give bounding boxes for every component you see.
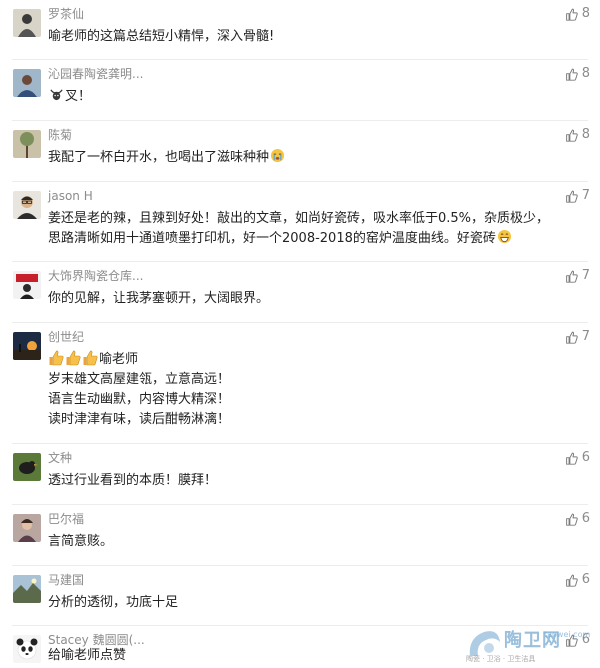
comment-item: 陈菊 8 我配了一杯白开水，也喝出了滋味种种 <box>0 121 600 182</box>
like-count: 8 <box>581 66 590 81</box>
like-button[interactable]: 8 <box>565 5 590 23</box>
comment-author[interactable]: 创世纪 <box>48 329 84 345</box>
like-button[interactable]: 8 <box>565 126 590 144</box>
comment-author[interactable]: 陈菊 <box>48 127 72 143</box>
thumbs-up-icon <box>565 452 578 465</box>
comment-line: 你的见解，让我茅塞顿开，大阔眼界。 <box>48 291 270 306</box>
comment-text: 言简意赅。 <box>48 532 588 552</box>
avatar[interactable] <box>13 69 41 97</box>
watermark: 陶卫网 taowei.com 陶瓷 · 卫浴 · 卫生洁具 <box>464 626 594 664</box>
comment-line: 喻老师的这篇总结短小精悍，深入骨髓! <box>48 29 275 44</box>
comment-line: 喻老师 <box>48 350 588 370</box>
like-button[interactable]: 6 <box>565 510 590 528</box>
bull-emoji-icon <box>50 89 63 101</box>
like-button[interactable]: 8 <box>565 65 590 83</box>
comment-text: 姜还是老的辣，且辣到好处！敲出的文章，如尚好瓷砖，吸水率低于0.5%，杂质极少，… <box>48 209 588 249</box>
like-count: 8 <box>581 6 590 21</box>
comment-item: jason H 7 姜还是老的辣，且辣到好处！敲出的文章，如尚好瓷砖，吸水率低于… <box>0 182 600 262</box>
watermark-tagline: 陶瓷 · 卫浴 · 卫生洁具 <box>466 655 536 663</box>
comment-line: 思路清晰如用十通道喷墨打印机，好一个2008-2018的窑炉温度曲线。好瓷砖 <box>48 229 588 249</box>
like-count: 6 <box>581 572 590 587</box>
thumbs-up-emoji-icon <box>83 350 98 366</box>
comment-text: 透过行业看到的本质！膜拜！ <box>48 471 588 491</box>
comment-line-text: 叉！ <box>65 89 92 104</box>
comment-text: 叉！ <box>48 87 588 107</box>
comment-text: 你的见解，让我茅塞顿开，大阔眼界。 <box>48 289 588 309</box>
comment-author[interactable]: 马建国 <box>48 572 84 588</box>
comment-author[interactable]: 巴尔福 <box>48 511 84 527</box>
comment-author[interactable]: 罗茶仙 <box>48 6 84 22</box>
thumbs-up-icon <box>565 574 578 587</box>
comment-text: 分析的透彻，功底十足 <box>48 593 588 613</box>
like-button[interactable]: 7 <box>565 267 590 285</box>
comment-line: 叉！ <box>48 87 588 107</box>
comment-author[interactable]: 文种 <box>48 450 72 466</box>
thumbs-up-emoji-icon <box>66 350 81 366</box>
comment-line: 语言生动幽默，内容博大精深！ <box>48 392 231 407</box>
avatar[interactable] <box>13 514 41 542</box>
thumbs-up-icon <box>565 68 578 81</box>
grinning-face-emoji-icon <box>497 229 511 244</box>
avatar[interactable] <box>13 575 41 603</box>
comment-list: 罗茶仙 8 喻老师的这篇总结短小精悍，深入骨髓! 沁园春陶瓷龚明... 8 叉！… <box>0 0 600 668</box>
comment-line: 言简意赅。 <box>48 534 114 549</box>
like-button[interactable]: 6 <box>565 449 590 467</box>
avatar[interactable] <box>13 9 41 37</box>
comment-author[interactable]: 沁园春陶瓷龚明... <box>48 66 143 82</box>
comment-item: 罗茶仙 8 喻老师的这篇总结短小精悍，深入骨髓! <box>0 0 600 60</box>
like-button[interactable]: 7 <box>565 187 590 205</box>
comment-author[interactable]: jason H <box>48 188 93 204</box>
watermark-domain: taowei.com <box>544 630 591 639</box>
comment-author[interactable]: 大饰界陶瓷仓库... <box>48 268 143 284</box>
comment-text: 我配了一杯白开水，也喝出了滋味种种 <box>48 148 588 168</box>
comment-item: 马建国 6 分析的透彻，功底十足 <box>0 566 600 626</box>
comment-line-text: 我配了一杯白开水，也喝出了滋味种种 <box>48 150 270 165</box>
comment-item: 大饰界陶瓷仓库... 7 你的见解，让我茅塞顿开，大阔眼界。 <box>0 262 600 323</box>
avatar[interactable] <box>13 635 41 663</box>
thumbs-up-icon <box>565 513 578 526</box>
like-count: 6 <box>581 511 590 526</box>
thumbs-up-icon <box>565 8 578 21</box>
avatar[interactable] <box>13 271 41 299</box>
comment-line: 分析的透彻，功底十足 <box>48 595 179 610</box>
avatar[interactable] <box>13 191 41 219</box>
avatar[interactable] <box>13 332 41 360</box>
comment-text: 喻老师的这篇总结短小精悍，深入骨髓! <box>48 27 588 47</box>
thumbs-up-emoji-icon <box>49 350 64 366</box>
avatar[interactable] <box>13 453 41 481</box>
like-button[interactable]: 7 <box>565 328 590 346</box>
like-count: 7 <box>581 268 590 283</box>
comment-line: 透过行业看到的本质！膜拜！ <box>48 473 218 488</box>
comment-line: 我配了一杯白开水，也喝出了滋味种种 <box>48 148 588 168</box>
comment-text: 喻老师 岁末雄文高屋建瓴，立意高远！ 语言生动幽默，内容博大精深！ 读时津津有味… <box>48 350 588 430</box>
comment-line: 姜还是老的辣，且辣到好处！敲出的文章，如尚好瓷砖，吸水率低于0.5%，杂质极少， <box>48 211 550 226</box>
crying-face-emoji-icon <box>270 148 285 163</box>
like-count: 7 <box>581 188 590 203</box>
like-count: 7 <box>581 329 590 344</box>
thumbs-up-icon <box>565 331 578 344</box>
comment-line-text: 思路清晰如用十通道喷墨打印机，好一个2008-2018的窑炉温度曲线。好瓷砖 <box>48 231 496 246</box>
like-count: 6 <box>581 450 590 465</box>
thumbs-up-icon <box>565 190 578 203</box>
comment-line: 读时津津有味，读后酣畅淋漓！ <box>48 412 231 427</box>
avatar[interactable] <box>13 130 41 158</box>
thumbs-up-icon <box>565 129 578 142</box>
like-button[interactable]: 6 <box>565 571 590 589</box>
comment-item: 创世纪 7 喻老师 岁末雄文高屋建瓴，立意高远！ 语言生动幽默，内容博大精深！ … <box>0 323 600 444</box>
comment-item: 巴尔福 6 言简意赅。 <box>0 505 600 566</box>
like-count: 8 <box>581 127 590 142</box>
thumbs-up-icon <box>565 270 578 283</box>
comment-item: 沁园春陶瓷龚明... 8 叉！ <box>0 60 600 121</box>
comment-line: 岁末雄文高屋建瓴，立意高远！ <box>48 372 231 387</box>
comment-item: 文种 6 透过行业看到的本质！膜拜！ <box>0 444 600 505</box>
comment-line-text: 喻老师 <box>99 352 139 367</box>
